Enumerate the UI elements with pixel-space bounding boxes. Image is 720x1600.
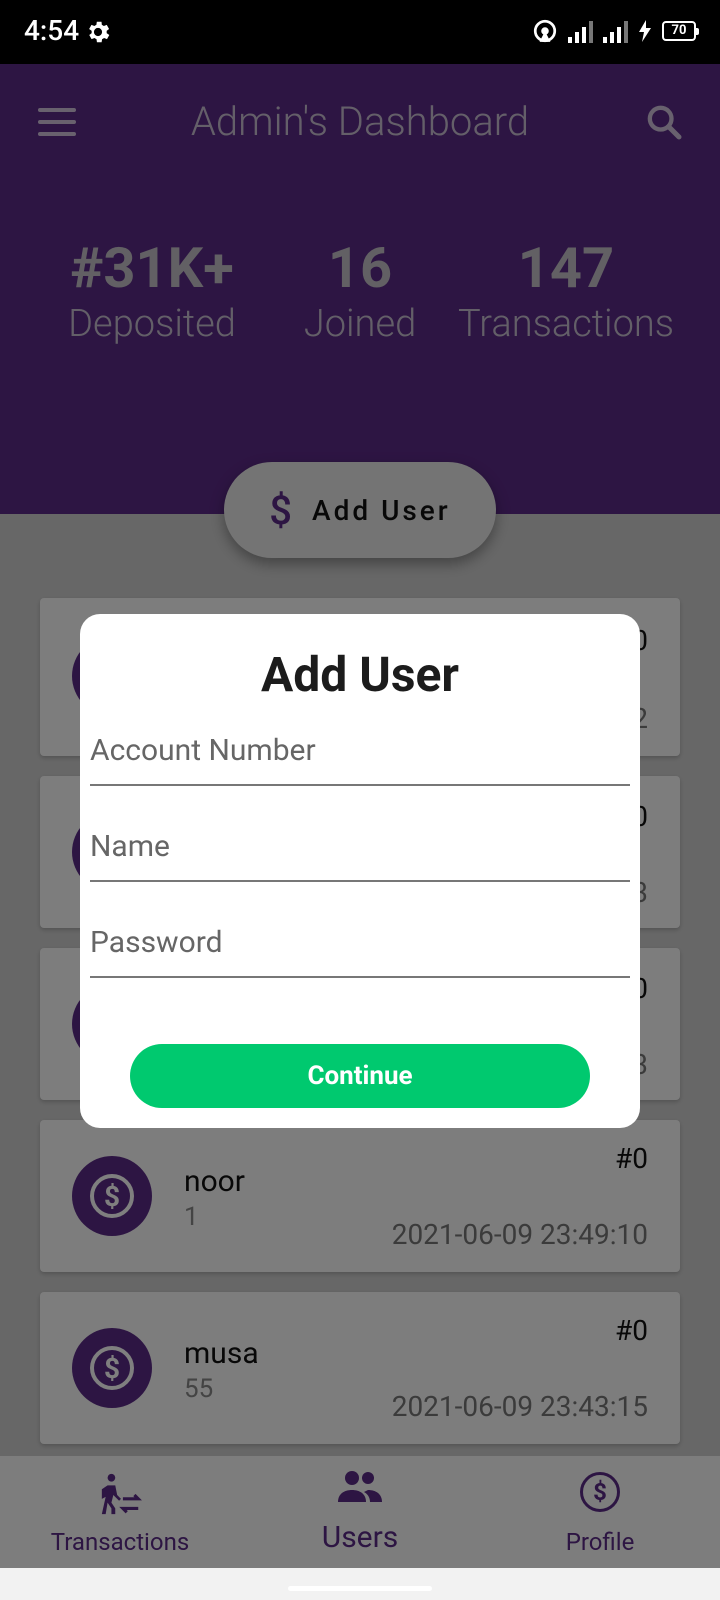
password-field bbox=[90, 908, 630, 978]
status-bar: 4:54 70 bbox=[0, 0, 720, 64]
account-number-field bbox=[90, 716, 630, 786]
continue-button[interactable]: Continue bbox=[130, 1044, 590, 1108]
name-input[interactable] bbox=[90, 812, 630, 880]
add-user-dialog: Add User Continue bbox=[80, 614, 640, 1128]
battery-icon: 70 bbox=[662, 21, 699, 41]
dialog-title: Add User bbox=[260, 646, 460, 703]
password-input[interactable] bbox=[90, 908, 630, 976]
status-icons: 70 bbox=[532, 18, 699, 44]
hotspot-icon bbox=[533, 19, 557, 43]
home-indicator[interactable] bbox=[288, 1586, 432, 1591]
name-field bbox=[90, 812, 630, 882]
gesture-area bbox=[0, 1568, 720, 1600]
status-time: 4:54 bbox=[24, 14, 80, 47]
account-number-input[interactable] bbox=[90, 716, 630, 784]
signal-icon bbox=[568, 19, 593, 43]
gear-icon bbox=[89, 21, 110, 43]
charging-icon bbox=[639, 20, 651, 42]
signal-icon-2 bbox=[603, 19, 628, 43]
